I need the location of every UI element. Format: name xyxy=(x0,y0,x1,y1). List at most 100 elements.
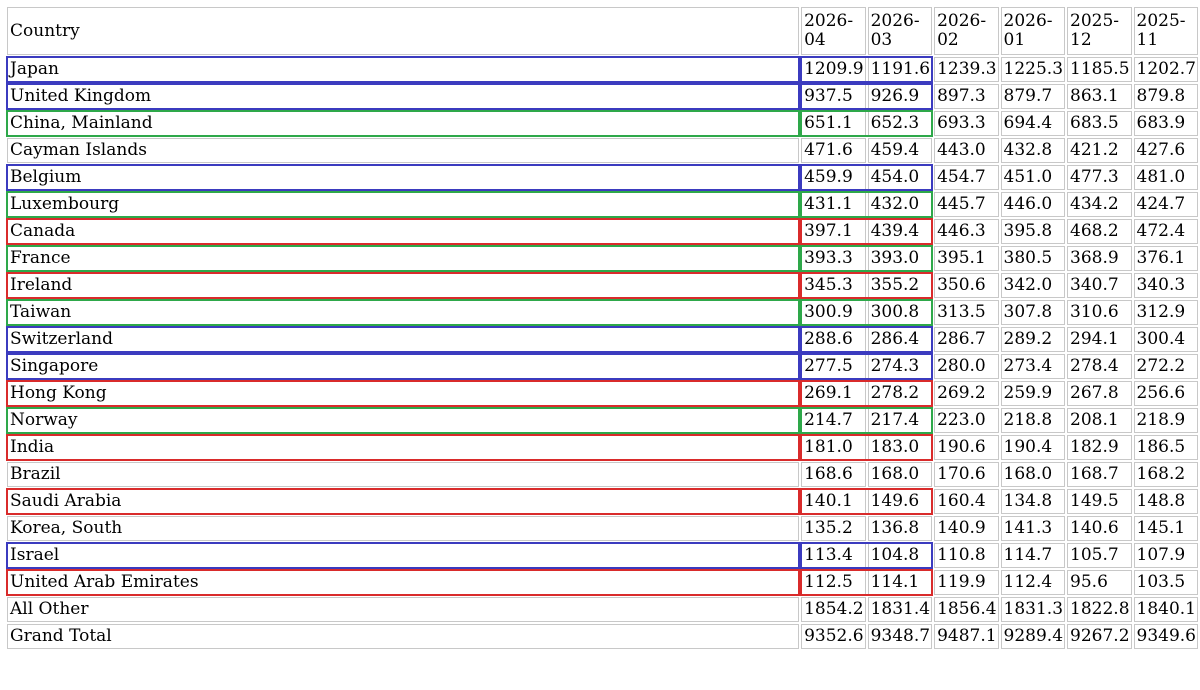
value-cell: 451.0 xyxy=(1000,165,1066,190)
value-cell: 421.2 xyxy=(1067,138,1132,163)
country-cell: Israel xyxy=(7,543,800,568)
country-cell: Japan xyxy=(7,57,800,82)
value-cell: 160.4 xyxy=(934,489,999,514)
value-cell: 863.1 xyxy=(1067,84,1132,109)
value-cell: 380.5 xyxy=(1000,246,1066,271)
value-cell: 208.1 xyxy=(1067,408,1132,433)
country-cell: United Arab Emirates xyxy=(7,570,800,595)
value-cell: 395.1 xyxy=(934,246,999,271)
value-cell: 9289.4 xyxy=(1000,624,1066,649)
value-cell: 446.0 xyxy=(1000,192,1066,217)
country-cell: Belgium xyxy=(7,165,800,190)
value-cell: 397.1 xyxy=(801,219,866,244)
value-cell: 879.8 xyxy=(1133,84,1198,109)
period-column-header: 2025- 11 xyxy=(1133,7,1198,55)
value-cell: 103.5 xyxy=(1133,570,1198,595)
value-cell: 168.6 xyxy=(801,462,866,487)
value-cell: 300.9 xyxy=(801,300,866,325)
value-cell: 1239.3 xyxy=(934,57,999,82)
table-row: Israel 113.4 104.8 110.8 114.7 105.7 107.9 xyxy=(7,543,1198,568)
value-cell: 141.3 xyxy=(1000,516,1066,541)
country-cell: Cayman Islands xyxy=(7,138,800,163)
value-cell: 272.2 xyxy=(1133,354,1198,379)
value-cell: 454.7 xyxy=(934,165,999,190)
period-column-header: 2026- 04 xyxy=(801,7,866,55)
value-cell: 278.2 xyxy=(867,381,933,406)
value-cell: 393.0 xyxy=(867,246,933,271)
value-cell: 439.4 xyxy=(867,219,933,244)
value-cell: 432.8 xyxy=(1000,138,1066,163)
value-cell: 289.2 xyxy=(1000,327,1066,352)
table-row: Ireland 345.3 355.2 350.6 342.0 340.7 340.3 xyxy=(7,273,1198,298)
value-cell: 651.1 xyxy=(801,111,866,136)
value-cell: 694.4 xyxy=(1000,111,1066,136)
value-cell: 459.9 xyxy=(801,165,866,190)
table-row: Belgium 459.9 454.0 454.7 451.0 477.3 481.0 xyxy=(7,165,1198,190)
value-cell: 267.8 xyxy=(1067,381,1132,406)
table-row: Taiwan 300.9 300.8 313.5 307.8 310.6 312.9 xyxy=(7,300,1198,325)
value-cell: 683.9 xyxy=(1133,111,1198,136)
value-cell: 105.7 xyxy=(1067,543,1132,568)
value-cell: 190.6 xyxy=(934,435,999,460)
country-column-header: Country xyxy=(7,7,800,55)
value-cell: 454.0 xyxy=(867,165,933,190)
value-cell: 190.4 xyxy=(1000,435,1066,460)
table-row: All Other 1854.2 1831.4 1856.4 1831.3 1822.8 1… xyxy=(7,597,1198,622)
value-cell: 368.9 xyxy=(1067,246,1132,271)
value-cell: 218.8 xyxy=(1000,408,1066,433)
value-cell: 937.5 xyxy=(801,84,866,109)
value-cell: 168.7 xyxy=(1067,462,1132,487)
value-cell: 134.8 xyxy=(1000,489,1066,514)
value-cell: 683.5 xyxy=(1067,111,1132,136)
value-cell: 104.8 xyxy=(867,543,933,568)
value-cell: 214.7 xyxy=(801,408,866,433)
value-cell: 112.4 xyxy=(1000,570,1066,595)
value-cell: 223.0 xyxy=(934,408,999,433)
value-cell: 183.0 xyxy=(867,435,933,460)
value-cell: 1840.1 xyxy=(1133,597,1198,622)
value-cell: 443.0 xyxy=(934,138,999,163)
value-cell: 340.3 xyxy=(1133,273,1198,298)
table-row: Canada 397.1 439.4 446.3 395.8 468.2 472.4 xyxy=(7,219,1198,244)
value-cell: 395.8 xyxy=(1000,219,1066,244)
value-cell: 182.9 xyxy=(1067,435,1132,460)
period-column-header: 2025- 12 xyxy=(1067,7,1132,55)
value-cell: 9352.6 xyxy=(801,624,866,649)
country-cell: Luxembourg xyxy=(7,192,800,217)
country-cell: Saudi Arabia xyxy=(7,489,800,514)
value-cell: 149.5 xyxy=(1067,489,1132,514)
value-cell: 112.5 xyxy=(801,570,866,595)
value-cell: 1209.9 xyxy=(801,57,866,82)
value-cell: 1822.8 xyxy=(1067,597,1132,622)
value-cell: 186.5 xyxy=(1133,435,1198,460)
value-cell: 269.2 xyxy=(934,381,999,406)
value-cell: 95.6 xyxy=(1067,570,1132,595)
period-column-header: 2026- 03 xyxy=(867,7,933,55)
value-cell: 1225.3 xyxy=(1000,57,1066,82)
country-cell: India xyxy=(7,435,800,460)
value-cell: 110.8 xyxy=(934,543,999,568)
value-cell: 114.7 xyxy=(1000,543,1066,568)
holdings-table: Country 2026- 04 2026- 03 2026- 02 2026- 01 … xyxy=(5,5,1200,651)
country-cell: Switzerland xyxy=(7,327,800,352)
value-cell: 294.1 xyxy=(1067,327,1132,352)
table-row: India 181.0 183.0 190.6 190.4 182.9 186.5 xyxy=(7,435,1198,460)
table-row: France 393.3 393.0 395.1 380.5 368.9 376.1 xyxy=(7,246,1198,271)
country-cell: France xyxy=(7,246,800,271)
value-cell: 424.7 xyxy=(1133,192,1198,217)
value-cell: 307.8 xyxy=(1000,300,1066,325)
country-cell: Taiwan xyxy=(7,300,800,325)
value-cell: 113.4 xyxy=(801,543,866,568)
value-cell: 168.0 xyxy=(867,462,933,487)
value-cell: 273.4 xyxy=(1000,354,1066,379)
value-cell: 471.6 xyxy=(801,138,866,163)
value-cell: 135.2 xyxy=(801,516,866,541)
country-cell: Korea, South xyxy=(7,516,800,541)
country-cell: Brazil xyxy=(7,462,800,487)
value-cell: 114.1 xyxy=(867,570,933,595)
value-cell: 119.9 xyxy=(934,570,999,595)
value-cell: 280.0 xyxy=(934,354,999,379)
value-cell: 481.0 xyxy=(1133,165,1198,190)
table-row: Singapore 277.5 274.3 280.0 273.4 278.4 272.2 xyxy=(7,354,1198,379)
value-cell: 9487.1 xyxy=(934,624,999,649)
